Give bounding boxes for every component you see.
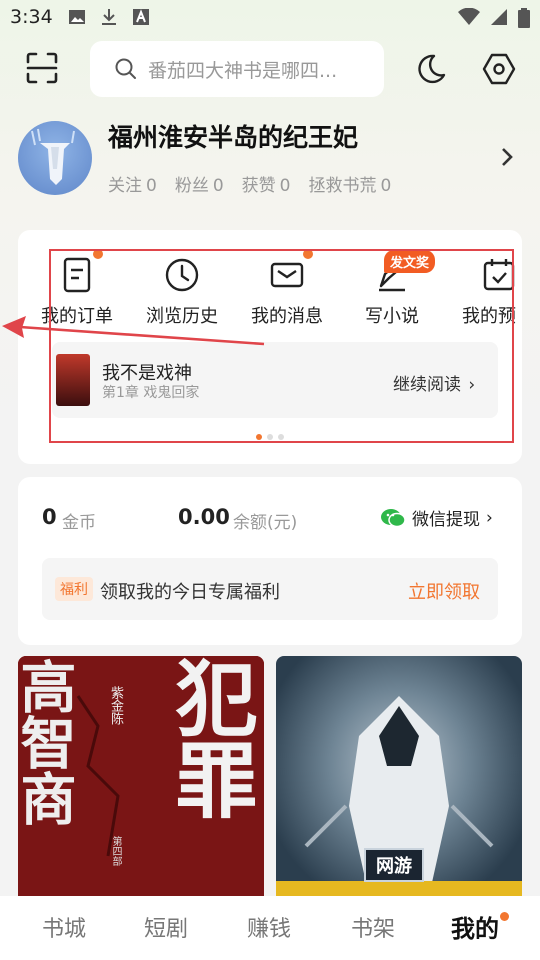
nav-mine[interactable]: 我的 [451, 909, 499, 944]
welfare-text: 领取我的今日专属福利 [100, 582, 280, 603]
stat-value: 0 [279, 176, 291, 196]
notification-dot [500, 912, 509, 921]
chevron-right-icon[interactable] [500, 146, 514, 168]
stat-following[interactable]: 关注 0 [108, 171, 157, 196]
search-bar[interactable]: 番茄四大神书是哪四... [90, 41, 384, 97]
coins-value[interactable]: 0 [42, 505, 57, 529]
wifi-icon [458, 8, 480, 25]
withdraw-label: 微信提现 [412, 510, 480, 530]
profile-stats: 关注 0 粉丝 0 获赞 0 拯救书荒 0 [108, 171, 391, 196]
stat-rescue[interactable]: 拯救书荒 0 [308, 171, 391, 196]
swipe-left-arrow-icon [2, 316, 265, 346]
status-left-icons [68, 8, 150, 26]
stat-label: 获赞 [241, 176, 276, 196]
font-a-icon [133, 9, 149, 25]
stat-value: 0 [146, 176, 157, 196]
cover-author: 紫金陈 [108, 686, 123, 725]
scan-icon[interactable] [24, 50, 60, 86]
stat-likes[interactable]: 获赞 0 [242, 171, 291, 196]
nav-bookstore[interactable]: 书城 [42, 911, 86, 943]
avatar[interactable] [18, 121, 92, 195]
stat-label: 关注 [108, 176, 142, 196]
status-right-icons [458, 8, 530, 28]
cover-title-side: 高智商 [18, 658, 76, 826]
image-icon [69, 10, 85, 24]
welfare-tag: 福利 [55, 577, 93, 601]
avatar-image [31, 128, 75, 185]
search-placeholder: 番茄四大神书是哪四... [148, 59, 338, 82]
status-time: 3:34 [10, 6, 53, 28]
moon-icon[interactable] [414, 52, 448, 86]
nav-earn[interactable]: 赚钱 [247, 911, 291, 943]
stat-label: 拯救书荒 [308, 176, 377, 196]
stat-value: 0 [380, 176, 392, 196]
search-icon [115, 58, 136, 79]
nav-bookshelf[interactable]: 书架 [351, 911, 395, 943]
cover-volume: 第四部 [110, 836, 121, 866]
wechat-icon [381, 508, 406, 527]
download-icon [102, 9, 116, 25]
cover-title: 网游 [364, 848, 424, 882]
balance-value[interactable]: 0.00 [178, 505, 230, 529]
username[interactable]: 福州淮安半岛的纪王妃 [108, 118, 358, 154]
book-card-game[interactable]: 网游 [276, 656, 522, 896]
book-card-crime[interactable]: 高智商 犯罪 紫金陈 第四部 [18, 656, 264, 896]
stat-followers[interactable]: 粉丝 0 [175, 171, 224, 196]
cover-title-main: 犯罪 [161, 656, 256, 820]
battery-icon [518, 8, 530, 28]
wechat-withdraw-button[interactable]: 微信提现 › [380, 505, 493, 530]
claim-button[interactable]: 立即领取 [408, 578, 480, 604]
chevron-right-icon: › [486, 507, 493, 528]
signal-icon [491, 9, 507, 25]
settings-hexagon-icon[interactable] [482, 52, 516, 86]
stat-value: 0 [212, 176, 224, 196]
coins-label: 金币 [62, 513, 96, 533]
stat-label: 粉丝 [174, 176, 209, 196]
balance-label: 余额(元) [233, 513, 298, 533]
nav-short-drama[interactable]: 短剧 [144, 911, 188, 943]
